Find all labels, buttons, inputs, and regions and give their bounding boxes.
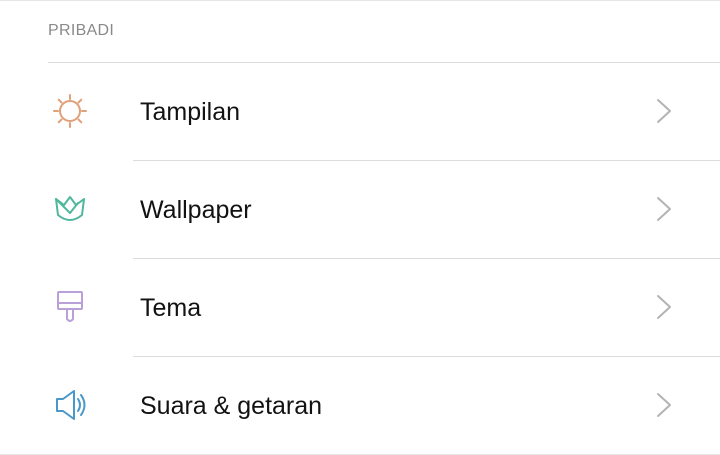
section-header: PRIBADI <box>48 22 115 39</box>
settings-item-suara-getaran[interactable]: Suara & getaran <box>0 357 720 454</box>
chevron-right-icon <box>652 194 676 224</box>
settings-item-tema[interactable]: Tema <box>0 259 720 356</box>
chevron-right-icon <box>652 96 676 126</box>
top-divider <box>0 0 720 1</box>
settings-item-label: Tampilan <box>140 98 241 126</box>
sun-icon <box>50 93 90 129</box>
settings-item-wallpaper[interactable]: Wallpaper <box>0 161 720 258</box>
tulip-icon <box>50 191 90 227</box>
settings-item-label: Suara & getaran <box>140 392 323 420</box>
settings-item-label: Wallpaper <box>140 196 252 224</box>
paint-brush-icon <box>50 289 90 325</box>
chevron-right-icon <box>652 292 676 322</box>
settings-item-tampilan[interactable]: Tampilan <box>0 63 720 160</box>
chevron-right-icon <box>652 390 676 420</box>
settings-screen: PRIBADI Tampilan Wallpaper Tema Suara & … <box>0 0 720 455</box>
speaker-icon <box>50 387 90 423</box>
settings-item-label: Tema <box>140 294 202 322</box>
